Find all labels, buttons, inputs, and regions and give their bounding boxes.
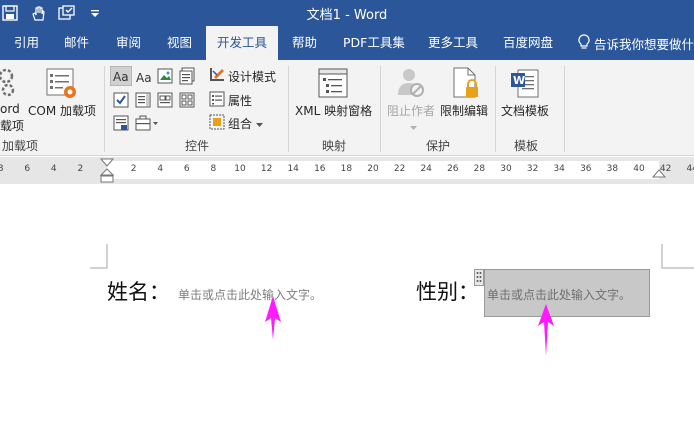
group-separator bbox=[104, 66, 105, 152]
tab-more-tools[interactable]: 更多工具 bbox=[428, 26, 478, 60]
repeating-section-content-control-icon[interactable] bbox=[113, 115, 129, 134]
name-label: 姓名： bbox=[107, 280, 170, 304]
title-bar: 文档1 - Word bbox=[0, 0, 694, 26]
legacy-tools-icon[interactable] bbox=[135, 115, 159, 134]
first-line-indent-marker-icon[interactable] bbox=[99, 157, 115, 187]
annotation-arrow-icon bbox=[265, 296, 281, 345]
tab-references[interactable]: 引用 bbox=[14, 26, 39, 60]
ruler-number: 44 bbox=[686, 164, 694, 174]
svg-text:Aa: Aa bbox=[136, 71, 152, 85]
group-separator bbox=[564, 66, 565, 152]
name-content-control[interactable]: 单击或点击此处输入文字。 bbox=[178, 286, 322, 303]
ruler-number: 26 bbox=[447, 164, 459, 174]
ruler-number: 36 bbox=[580, 164, 592, 174]
checkbox-content-control-icon[interactable] bbox=[113, 92, 129, 111]
group-separator bbox=[495, 66, 496, 152]
dropdown-list-content-control-icon[interactable] bbox=[157, 92, 173, 111]
tell-me-label: 告诉我你想要做什 bbox=[594, 36, 694, 52]
gender-label: 性别： bbox=[416, 280, 479, 304]
design-mode-icon bbox=[209, 67, 225, 86]
tell-me-search[interactable]: 告诉我你想要做什 bbox=[578, 26, 694, 60]
right-indent-marker-icon[interactable] bbox=[651, 167, 667, 182]
ruler-number: 4 bbox=[157, 164, 164, 174]
margin-corner-mark bbox=[90, 244, 108, 272]
group-button-label: 组合 bbox=[228, 117, 253, 131]
tab-help[interactable]: 帮助 bbox=[292, 26, 317, 60]
ruler-number: 30 bbox=[500, 164, 512, 174]
ribbon: ord 载项 COM 加载项 加载项 Aa Aa 设计模式 属性 组合 控件 X… bbox=[0, 60, 694, 156]
margin-corner-mark bbox=[661, 244, 694, 272]
horizontal-ruler[interactable]: 8 6 4 2 2 4 6 8 10 12 14 16 18 20 22 24 26 28 30 32 34 36 38 40… bbox=[0, 157, 694, 184]
date-picker-content-control-icon[interactable] bbox=[179, 92, 195, 111]
group-separator bbox=[380, 66, 381, 152]
ruler-number: 18 bbox=[340, 164, 353, 174]
document-template-icon[interactable]: W bbox=[510, 67, 540, 102]
ruler-number: 38 bbox=[606, 164, 619, 174]
tab-view[interactable]: 视图 bbox=[167, 26, 192, 60]
plain-text-content-control-icon[interactable]: Aa bbox=[135, 68, 155, 89]
ruler-number: 8 bbox=[210, 164, 217, 174]
restrict-editing-label[interactable]: 限制编辑 bbox=[440, 102, 488, 119]
ruler-number: 28 bbox=[473, 164, 486, 174]
ruler-number: 14 bbox=[287, 164, 299, 174]
ruler-number: 10 bbox=[234, 164, 246, 174]
properties-button[interactable]: 属性 bbox=[228, 92, 252, 109]
chevron-down-icon bbox=[256, 117, 264, 131]
properties-icon bbox=[209, 91, 225, 110]
content-control-handle[interactable] bbox=[474, 269, 484, 286]
ruler-number: 6 bbox=[24, 164, 31, 174]
ruler-number: 4 bbox=[50, 164, 57, 174]
group-label-protect: 保护 bbox=[426, 139, 451, 153]
document-template-label[interactable]: 文档模板 bbox=[501, 102, 549, 119]
combo-box-content-control-icon[interactable] bbox=[135, 92, 151, 111]
rich-text-content-control-icon[interactable]: Aa bbox=[109, 65, 133, 89]
xml-mapping-pane-label[interactable]: XML 映射窗格 bbox=[295, 102, 372, 119]
ruler-number: 40 bbox=[633, 164, 645, 174]
ruler-number: 8 bbox=[0, 164, 4, 174]
tab-developer[interactable]: 开发工具 bbox=[206, 26, 278, 60]
svg-text:Aa: Aa bbox=[113, 70, 129, 84]
ruler-number: 2 bbox=[130, 164, 137, 174]
word-addins-label-1: ord bbox=[0, 102, 20, 116]
xml-mapping-pane-icon[interactable] bbox=[318, 68, 348, 101]
word-addins-label-2: 载项 bbox=[0, 119, 25, 133]
tab-pdf-tools[interactable]: PDF工具集 bbox=[343, 26, 405, 60]
ruler-number: 34 bbox=[553, 164, 565, 174]
ruler-number: 22 bbox=[393, 164, 406, 174]
ruler-number: 12 bbox=[260, 164, 273, 174]
block-authors-icon bbox=[396, 67, 426, 102]
ruler-number: 6 bbox=[183, 164, 190, 174]
group-label-mapping: 映射 bbox=[322, 139, 347, 153]
group-button[interactable]: 组合 bbox=[228, 115, 264, 132]
group-label-templates: 模板 bbox=[514, 139, 539, 153]
restrict-editing-icon[interactable] bbox=[452, 67, 480, 102]
block-authors-label: 阻止作者 bbox=[387, 104, 436, 118]
chevron-down-icon bbox=[410, 120, 417, 134]
picture-content-control-icon[interactable] bbox=[157, 68, 173, 87]
group-label-addins: 加载项 bbox=[2, 139, 39, 153]
group-separator bbox=[288, 66, 289, 152]
document-page[interactable]: 姓名： 单击或点击此处输入文字。 性别： 单击或点击此处输入文字。 bbox=[0, 184, 694, 442]
com-addins-label[interactable]: COM 加载项 bbox=[28, 102, 96, 119]
design-mode-button[interactable]: 设计模式 bbox=[228, 68, 276, 85]
annotation-arrow-icon bbox=[538, 304, 554, 361]
tab-review[interactable]: 审阅 bbox=[116, 26, 141, 60]
tab-mailings[interactable]: 邮件 bbox=[64, 26, 89, 60]
word-addins-icon[interactable] bbox=[0, 68, 20, 101]
ruler-number: 24 bbox=[420, 164, 432, 174]
ribbon-tab-bar: 引用 邮件 审阅 视图 开发工具 帮助 PDF工具集 更多工具 百度网盘 告诉我… bbox=[0, 26, 694, 60]
tab-baidu-netdisk[interactable]: 百度网盘 bbox=[503, 26, 553, 60]
com-addins-icon[interactable] bbox=[46, 68, 80, 103]
ruler-number: 20 bbox=[367, 164, 379, 174]
svg-text:W: W bbox=[513, 74, 525, 87]
window-title: 文档1 - Word bbox=[306, 8, 388, 23]
gender-content-control-placeholder: 单击或点击此处输入文字。 bbox=[487, 288, 632, 302]
lightbulb-icon bbox=[578, 33, 590, 53]
building-block-gallery-icon[interactable] bbox=[179, 67, 195, 88]
ruler-number: 2 bbox=[77, 164, 84, 174]
group-icon bbox=[209, 114, 225, 133]
group-label-controls: 控件 bbox=[185, 139, 210, 153]
ruler-number: 16 bbox=[314, 164, 326, 174]
ruler-number: 32 bbox=[526, 164, 539, 174]
